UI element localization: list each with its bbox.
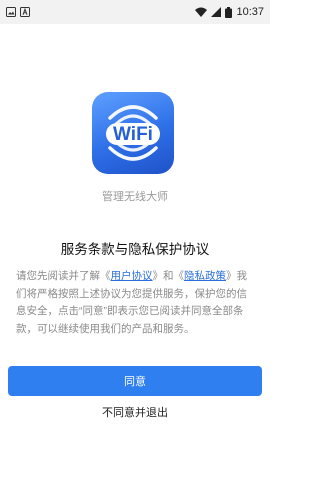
agreement-body: 请您先阅读并了解《用户协议》和《隐私政策》我们将严格按照上述协议为您提供服务，保… bbox=[16, 268, 256, 338]
wifi-logo-icon: WiFi bbox=[106, 105, 160, 161]
agree-button[interactable]: 同意 bbox=[8, 366, 262, 396]
app-logo: WiFi bbox=[92, 92, 174, 174]
a-notification-icon bbox=[20, 7, 30, 17]
wifi-icon bbox=[195, 7, 208, 17]
disagree-exit-button[interactable]: 不同意并退出 bbox=[0, 404, 270, 420]
status-left-icons bbox=[6, 7, 30, 17]
status-right-icons: 10:37 bbox=[195, 6, 264, 18]
user-agreement-link[interactable]: 用户协议 bbox=[111, 270, 153, 282]
app-name: 管理无线大师 bbox=[102, 191, 168, 203]
status-time: 10:37 bbox=[236, 6, 264, 18]
privacy-policy-link[interactable]: 隐私政策 bbox=[184, 270, 226, 282]
body-prefix: 请您先阅读并了解《 bbox=[16, 270, 111, 282]
cellular-icon bbox=[211, 7, 222, 17]
battery-icon bbox=[225, 6, 233, 18]
image-notification-icon bbox=[6, 7, 16, 17]
agreement-title: 服务条款与隐私保护协议 bbox=[60, 242, 210, 257]
body-middle: 》和《 bbox=[152, 270, 185, 282]
status-bar: 10:37 bbox=[0, 0, 270, 24]
logo-text: WiFi bbox=[113, 124, 153, 145]
